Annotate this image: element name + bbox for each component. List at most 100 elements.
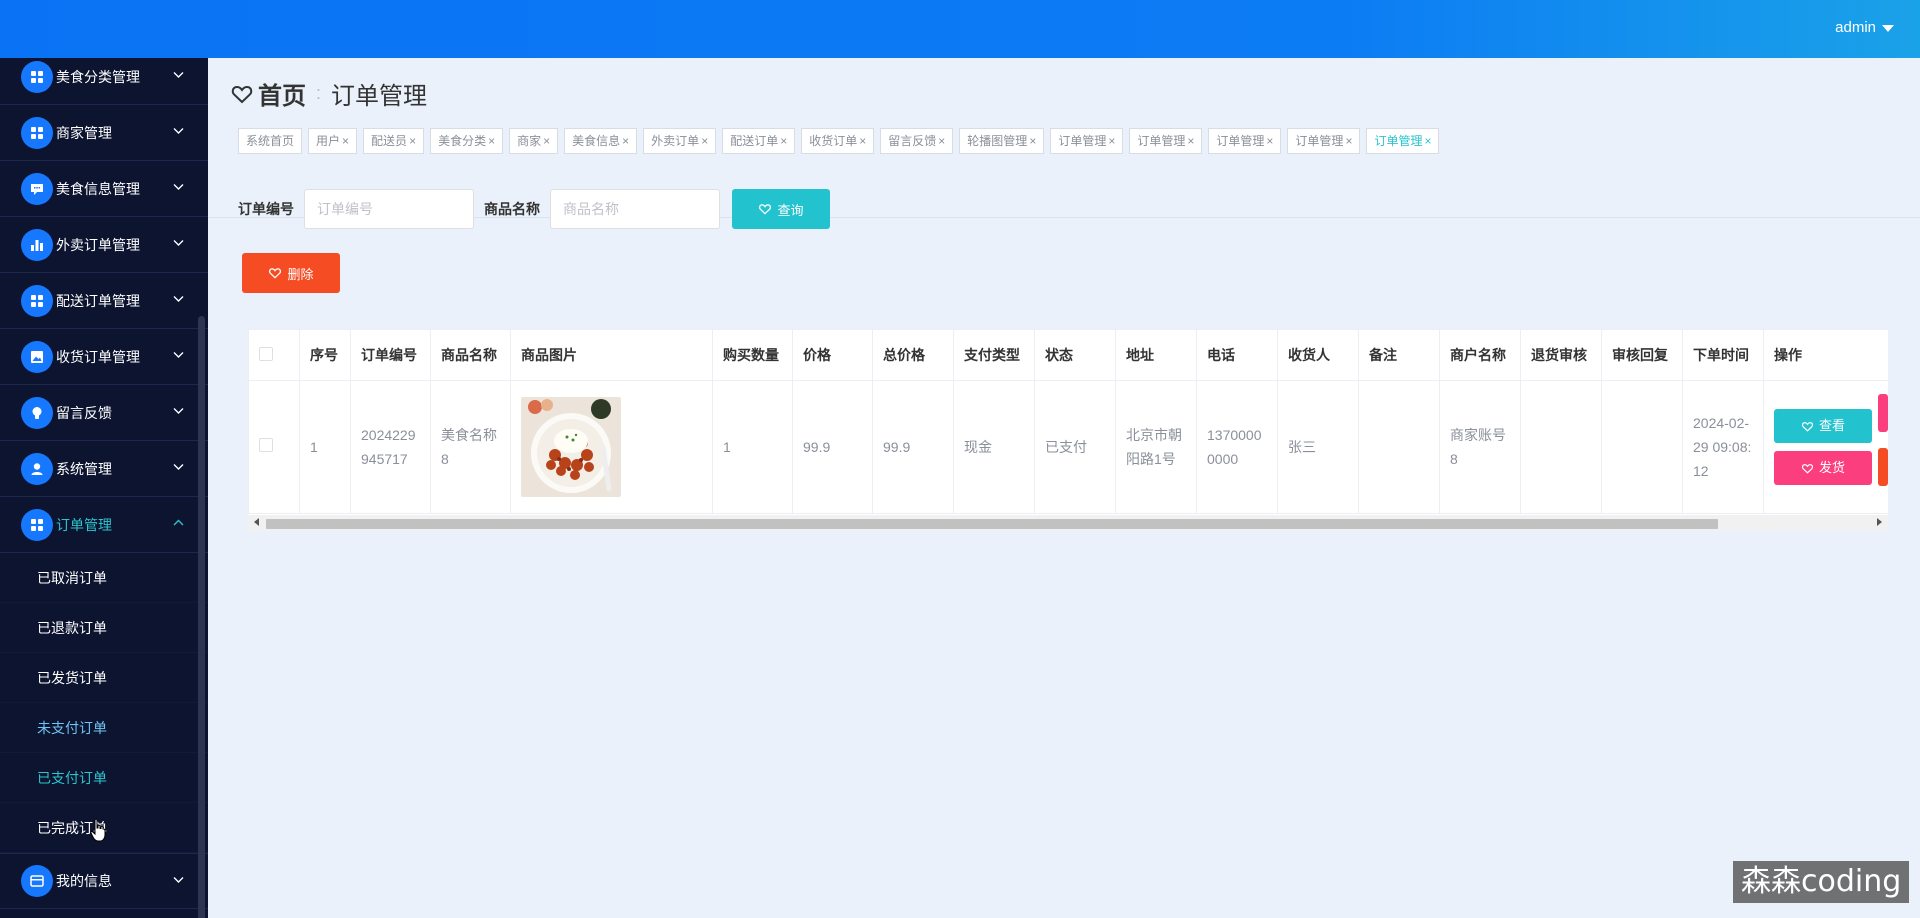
order-submenu: 已取消订单 已退款订单 已发货订单 未支付订单 已支付订单 已完成订单 xyxy=(0,553,208,853)
close-icon[interactable]: × xyxy=(1424,134,1431,148)
close-icon[interactable]: × xyxy=(780,134,787,148)
tag-label: 轮播图管理 xyxy=(967,134,1028,148)
sidebar-item-food-category[interactable]: 美食分类管理 xyxy=(0,58,208,105)
close-icon[interactable]: × xyxy=(1108,134,1115,148)
sidebar-item-label: 商家管理 xyxy=(56,124,112,141)
close-icon[interactable]: × xyxy=(543,134,550,148)
row-checkbox[interactable] xyxy=(259,438,273,452)
close-icon[interactable]: × xyxy=(1187,134,1194,148)
submenu-shipped-orders[interactable]: 已发货订单 xyxy=(0,653,208,703)
cell-order-time: 2024-02-29 09:08:12 xyxy=(1682,380,1764,514)
cell-review-reply xyxy=(1601,380,1683,514)
chevron-down-icon xyxy=(173,239,184,248)
close-icon[interactable]: × xyxy=(409,134,416,148)
sidebar-item-label: 我的信息 xyxy=(56,873,112,889)
close-icon[interactable]: × xyxy=(1029,134,1036,148)
select-all-checkbox[interactable] xyxy=(259,346,273,361)
sidebar-item-merchant[interactable]: 商家管理 xyxy=(0,105,208,161)
scroll-right-icon[interactable] xyxy=(1877,518,1882,526)
sidebar-item-order-management[interactable]: 订单管理 xyxy=(0,497,208,553)
tag-item[interactable]: 商家 × xyxy=(509,128,559,154)
sidebar-item-my-info[interactable]: 我的信息 xyxy=(0,853,208,909)
chevron-down-icon xyxy=(173,127,184,136)
tag-label: 配送订单 xyxy=(730,134,779,148)
submenu-cancelled-orders[interactable]: 已取消订单 xyxy=(0,553,208,603)
scroll-left-icon[interactable] xyxy=(254,518,259,526)
tag-label: 美食分类 xyxy=(438,134,487,148)
tag-item[interactable]: 订单管理 × xyxy=(1287,128,1361,154)
query-button-label: 查询 xyxy=(777,202,804,218)
sidebar-item-receipt-orders[interactable]: 收货订单管理 xyxy=(0,329,208,385)
view-button-label: 查看 xyxy=(1818,418,1845,433)
submenu-paid-orders[interactable]: 已支付订单 xyxy=(0,753,208,803)
query-button[interactable]: 查询 xyxy=(732,189,830,229)
close-icon[interactable]: × xyxy=(938,134,945,148)
heart-icon xyxy=(759,204,772,215)
table-header-row: 序号 订单编号 商品名称 商品图片 购买数量 价格 总价格 支付类型 状态 地址… xyxy=(248,329,1888,381)
cell-status: 已支付 xyxy=(1034,380,1116,514)
breadcrumb-current: 订单管理 xyxy=(331,83,428,110)
close-icon[interactable]: × xyxy=(488,134,495,148)
sidebar-item-delivery-orders[interactable]: 配送订单管理 xyxy=(0,273,208,329)
delete-row-button-partial[interactable] xyxy=(1878,448,1888,486)
tag-item[interactable]: 收货订单 × xyxy=(801,128,875,154)
column-header: 电话 xyxy=(1196,329,1278,381)
tag-item[interactable]: 配送订单 × xyxy=(722,128,796,154)
view-button[interactable]: 查看 xyxy=(1774,409,1872,443)
username: admin xyxy=(1835,19,1876,36)
cell-receiver: 张三 xyxy=(1277,380,1359,514)
sidebar-scrollbar[interactable] xyxy=(198,316,205,918)
table-row[interactable]: 1 2024229945717 美食名称8 1 99.9 99.9 现金 已支付… xyxy=(248,380,1888,514)
close-icon[interactable]: × xyxy=(859,134,866,148)
tag-item[interactable]: 美食分类 × xyxy=(430,128,504,154)
tag-item[interactable]: 美食信息 × xyxy=(564,128,638,154)
scrollbar-thumb[interactable] xyxy=(266,519,1718,529)
tag-item[interactable]: 用户 × xyxy=(308,128,358,154)
tag-item[interactable]: 留言反馈 × xyxy=(880,128,954,154)
ship-button[interactable]: 发货 xyxy=(1774,451,1872,485)
cell-merchant: 商家账号8 xyxy=(1439,380,1521,514)
product-name-label: 商品名称 xyxy=(484,201,540,217)
submenu-unpaid-orders[interactable]: 未支付订单 xyxy=(0,703,208,753)
column-header: 下单时间 xyxy=(1682,329,1764,381)
cell-index: 1 xyxy=(299,380,351,514)
tag-label: 收货订单 xyxy=(809,134,858,148)
column-header: 备注 xyxy=(1358,329,1440,381)
order-no-input[interactable] xyxy=(304,189,474,229)
column-header: 支付类型 xyxy=(953,329,1035,381)
tag-label: 订单管理 xyxy=(1374,134,1423,148)
column-header: 总价格 xyxy=(872,329,954,381)
tag-item[interactable]: 配送员 × xyxy=(363,128,425,154)
close-icon[interactable]: × xyxy=(622,134,629,148)
chevron-down-icon xyxy=(173,183,184,192)
tag-item[interactable]: 订单管理 × xyxy=(1050,128,1124,154)
tag-item[interactable]: 订单管理 × xyxy=(1129,128,1203,154)
column-header: 收货人 xyxy=(1277,329,1359,381)
user-menu[interactable]: admin xyxy=(1835,19,1894,36)
tag-label: 配送员 xyxy=(371,134,408,148)
sidebar-item-food-info[interactable]: 美食信息管理 xyxy=(0,161,208,217)
tag-item[interactable]: 轮播图管理 × xyxy=(959,128,1045,154)
cell-actions: 查看 发货 xyxy=(1763,380,1888,514)
sidebar-item-takeout-orders[interactable]: 外卖订单管理 xyxy=(0,217,208,273)
close-icon[interactable]: × xyxy=(701,134,708,148)
close-icon[interactable]: × xyxy=(342,134,349,148)
submenu-refunded-orders[interactable]: 已退款订单 xyxy=(0,603,208,653)
tag-item-active[interactable]: 订单管理 × xyxy=(1366,128,1440,154)
sidebar-item-feedback[interactable]: 留言反馈 xyxy=(0,385,208,441)
heart-icon xyxy=(231,85,253,103)
table-horizontal-scrollbar[interactable] xyxy=(248,515,1888,531)
select-all-cell xyxy=(248,329,300,381)
column-header: 序号 xyxy=(299,329,351,381)
breadcrumb-home[interactable]: 首页 xyxy=(258,76,306,111)
delete-button[interactable]: 删除 xyxy=(242,253,340,293)
tag-item[interactable]: 外卖订单 × xyxy=(643,128,717,154)
close-icon[interactable]: × xyxy=(1266,134,1273,148)
tag-home[interactable]: 系统首页 xyxy=(238,128,303,154)
close-icon[interactable]: × xyxy=(1345,134,1352,148)
tag-label: 外卖订单 xyxy=(651,134,700,148)
product-name-input[interactable] xyxy=(550,189,720,229)
edit-button-partial[interactable] xyxy=(1878,394,1888,432)
tag-item[interactable]: 订单管理 × xyxy=(1208,128,1282,154)
sidebar-item-system[interactable]: 系统管理 xyxy=(0,441,208,497)
